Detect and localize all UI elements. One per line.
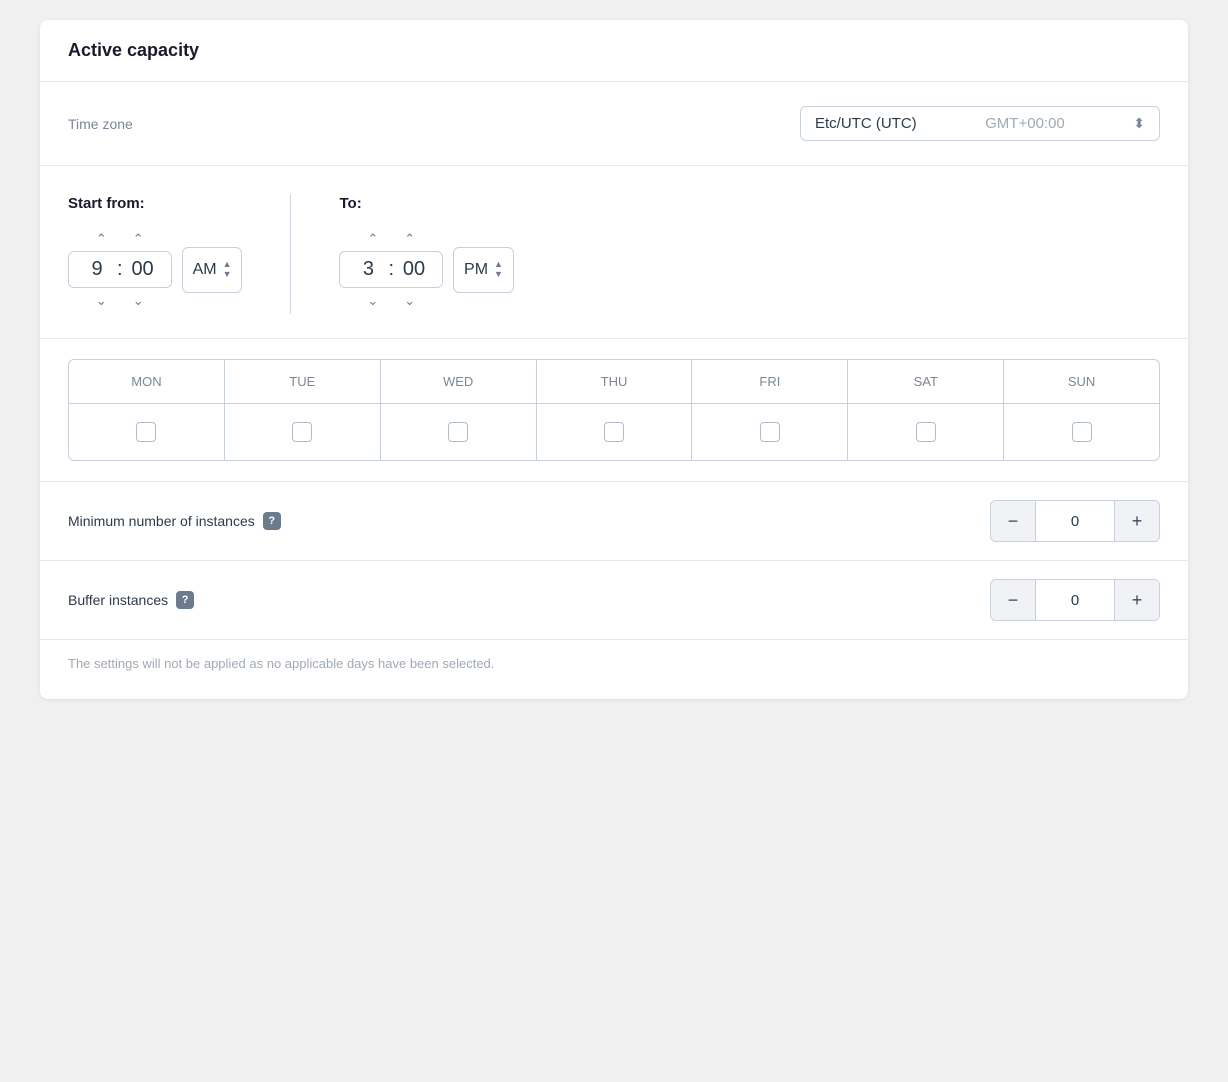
end-ampm-arrows: ▲ ▼ [494, 260, 503, 280]
footer-note: The settings will not be applied as no a… [40, 640, 1188, 699]
day-header-tue: TUE [225, 360, 381, 403]
start-arrows-top: ⌃ ⌃ [90, 226, 150, 251]
start-ampm-select[interactable]: AM ▲ ▼ [182, 247, 243, 293]
start-arrows-bot: ⌄ ⌄ [90, 288, 150, 313]
start-hour-down-button[interactable]: ⌄ [90, 292, 113, 309]
day-cell-wed [381, 404, 537, 460]
end-arrows-bot: ⌄ ⌄ [361, 288, 421, 313]
day-header-sat: SAT [848, 360, 1004, 403]
min-instances-value: 0 [1035, 500, 1115, 542]
timezone-offset: GMT+00:00 [985, 115, 1065, 132]
day-cell-sun [1004, 404, 1159, 460]
end-time-block: To: ⌃ ⌃ 3 : 00 ⌄ ⌄ [339, 195, 513, 313]
start-ampm-value: AM [193, 261, 217, 279]
day-cell-mon [69, 404, 225, 460]
day-checkbox-thu[interactable] [604, 422, 624, 442]
min-instances-label: Minimum number of instances [68, 513, 255, 529]
end-ampm-value: PM [464, 261, 488, 279]
min-instances-help-icon[interactable]: ? [263, 512, 281, 530]
end-time-controls: ⌃ ⌃ 3 : 00 ⌄ ⌄ PM ▲ [339, 226, 513, 313]
start-time-controls: ⌃ ⌃ 9 : 00 ⌄ ⌄ AM ▲ [68, 226, 242, 313]
buffer-instances-stepper: − 0 + [990, 579, 1160, 621]
chevron-down-icon: ⬍ [1133, 115, 1145, 132]
end-minute-value: 00 [398, 258, 430, 281]
min-instances-row: Minimum number of instances ? − 0 + [40, 482, 1188, 561]
end-time-input: 3 : 00 [339, 251, 443, 288]
day-checkbox-fri[interactable] [760, 422, 780, 442]
end-time-sep: : [388, 258, 394, 281]
timezone-row: Time zone Etc/UTC (UTC) GMT+00:00 ⬍ [40, 82, 1188, 166]
end-hour-minute: ⌃ ⌃ 3 : 00 ⌄ ⌄ [339, 226, 443, 313]
start-hour-up-button[interactable]: ⌃ [90, 230, 113, 247]
start-hour-minute: ⌃ ⌃ 9 : 00 ⌄ ⌄ [68, 226, 172, 313]
days-header-row: MON TUE WED THU FRI SAT SUN [69, 360, 1159, 404]
timezone-name: Etc/UTC (UTC) [815, 115, 917, 132]
buffer-instances-value: 0 [1035, 579, 1115, 621]
day-cell-tue [225, 404, 381, 460]
page-title: Active capacity [68, 40, 1160, 61]
min-instances-label-group: Minimum number of instances ? [68, 512, 281, 530]
end-hour-down-button[interactable]: ⌄ [361, 292, 384, 309]
buffer-instances-label: Buffer instances [68, 592, 168, 608]
active-capacity-card: Active capacity Time zone Etc/UTC (UTC) … [40, 20, 1188, 699]
day-header-fri: FRI [692, 360, 848, 403]
day-cell-sat [848, 404, 1004, 460]
buffer-instances-decrease-button[interactable]: − [991, 579, 1035, 621]
start-label: Start from: [68, 195, 145, 212]
start-time-block: Start from: ⌃ ⌃ 9 : 00 ⌄ ⌄ [68, 195, 242, 313]
buffer-instances-help-icon[interactable]: ? [176, 591, 194, 609]
end-minute-down-button[interactable]: ⌄ [398, 292, 421, 309]
days-checkbox-row [69, 404, 1159, 460]
end-minute-up-button[interactable]: ⌃ [398, 230, 421, 247]
card-header: Active capacity [40, 20, 1188, 82]
day-checkbox-sat[interactable] [916, 422, 936, 442]
day-header-sun: SUN [1004, 360, 1159, 403]
day-cell-thu [537, 404, 693, 460]
end-hour-value: 3 [352, 258, 384, 281]
start-time-sep: : [117, 258, 123, 281]
days-section: MON TUE WED THU FRI SAT SUN [40, 339, 1188, 482]
min-instances-stepper: − 0 + [990, 500, 1160, 542]
time-range-section: Start from: ⌃ ⌃ 9 : 00 ⌄ ⌄ [40, 166, 1188, 339]
day-header-wed: WED [381, 360, 537, 403]
start-hour-value: 9 [81, 258, 113, 281]
end-ampm-select[interactable]: PM ▲ ▼ [453, 247, 514, 293]
start-ampm-arrows: ▲ ▼ [223, 260, 232, 280]
start-minute-down-button[interactable]: ⌄ [127, 292, 150, 309]
end-label: To: [339, 195, 361, 212]
days-table: MON TUE WED THU FRI SAT SUN [68, 359, 1160, 461]
end-hour-up-button[interactable]: ⌃ [361, 230, 384, 247]
buffer-instances-increase-button[interactable]: + [1115, 579, 1159, 621]
buffer-instances-label-group: Buffer instances ? [68, 591, 194, 609]
start-minute-up-button[interactable]: ⌃ [127, 230, 150, 247]
day-header-mon: MON [69, 360, 225, 403]
day-checkbox-wed[interactable] [448, 422, 468, 442]
timezone-select[interactable]: Etc/UTC (UTC) GMT+00:00 ⬍ [800, 106, 1160, 141]
day-checkbox-sun[interactable] [1072, 422, 1092, 442]
time-range-divider [290, 194, 291, 314]
min-instances-decrease-button[interactable]: − [991, 500, 1035, 542]
min-instances-increase-button[interactable]: + [1115, 500, 1159, 542]
day-header-thu: THU [537, 360, 693, 403]
day-cell-fri [692, 404, 848, 460]
day-checkbox-mon[interactable] [136, 422, 156, 442]
footer-note-text: The settings will not be applied as no a… [68, 656, 494, 671]
timezone-label: Time zone [68, 116, 133, 132]
buffer-instances-row: Buffer instances ? − 0 + [40, 561, 1188, 640]
day-checkbox-tue[interactable] [292, 422, 312, 442]
start-time-input: 9 : 00 [68, 251, 172, 288]
start-minute-value: 00 [127, 258, 159, 281]
end-arrows-top: ⌃ ⌃ [361, 226, 421, 251]
